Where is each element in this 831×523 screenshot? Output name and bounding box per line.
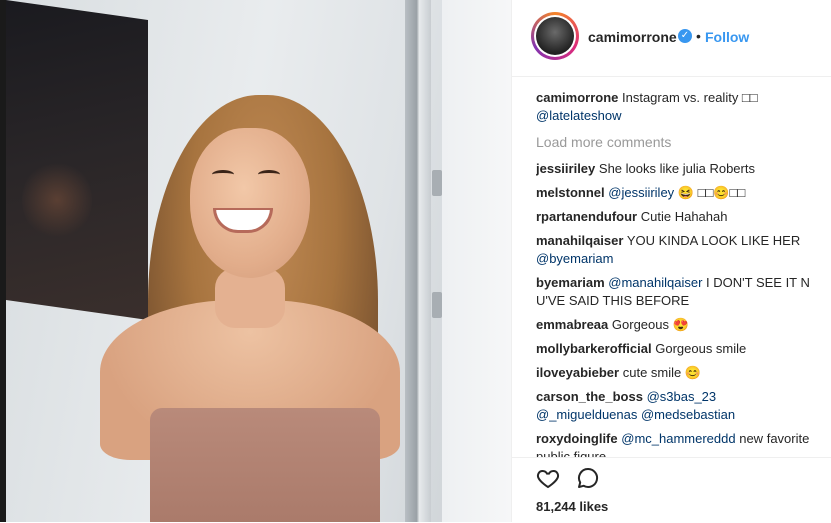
follow-button[interactable]: Follow — [705, 29, 749, 45]
comment-mention[interactable]: @_miguelduenas @medsebastian — [536, 407, 735, 422]
comment-item: rpartanendufour Cutie Hahahah — [536, 208, 818, 226]
comment-item: carson_the_boss @s3bas_23 @_miguelduenas… — [536, 388, 818, 424]
avatar[interactable] — [531, 12, 579, 60]
tv-reflection — [22, 160, 92, 240]
comment-username[interactable]: rpartanendufour — [536, 209, 637, 224]
comment-text: Gorgeous smile — [655, 341, 747, 356]
eye — [258, 170, 280, 179]
comment-text: She looks like julia Roberts — [598, 161, 755, 176]
comment-text: Gorgeous 😍 — [611, 317, 689, 332]
caption-mention[interactable]: @latelateshow — [536, 108, 621, 123]
author-username[interactable]: camimorrone — [588, 29, 677, 45]
verified-badge-icon: ✓ — [678, 29, 692, 43]
load-more-comments-button[interactable]: Load more comments — [536, 133, 818, 151]
door-edge — [405, 0, 431, 522]
comment-username[interactable]: emmabreaa — [536, 317, 608, 332]
comment-text: 😆 □□😊□□ — [674, 185, 746, 200]
comment-username[interactable]: carson_the_boss — [536, 389, 643, 404]
comment-mention[interactable]: @byemariam — [536, 251, 614, 266]
post-actions: 81,244 likes — [512, 457, 831, 523]
comment-username[interactable]: byemariam — [536, 275, 605, 290]
eye — [212, 170, 234, 179]
comment-item: emmabreaa Gorgeous 😍 — [536, 316, 818, 334]
comment-text: new — [735, 431, 764, 446]
post-photo[interactable] — [0, 0, 511, 522]
comment-bubble-icon[interactable] — [576, 466, 600, 490]
caption-text: Instagram vs. reality □□ — [622, 90, 758, 105]
separator-dot: • — [696, 28, 701, 44]
comment-mention[interactable]: @manahilqaiser — [608, 275, 702, 290]
wall-tv — [6, 0, 148, 320]
comment-item: manahilqaiser YOU KINDA LOOK LIKE HER @b… — [536, 232, 818, 268]
comment-username[interactable]: roxydoinglife — [536, 431, 618, 446]
comment-item: mollybarkerofficial Gorgeous smile — [536, 340, 818, 358]
photo-edge — [0, 0, 6, 522]
likes-count[interactable]: 81,244 likes — [536, 499, 608, 514]
comment-item: jessiiriley She looks like julia Roberts — [536, 160, 818, 178]
wall — [442, 0, 511, 522]
door-hinge — [432, 292, 442, 318]
comment-text: YOU KINDA LOOK LIKE HER — [626, 233, 801, 248]
post-header: camimorrone ✓ • Follow — [512, 0, 831, 77]
comment-item: iloveyabieber cute smile 😊 — [536, 364, 818, 382]
comment-item: melstonnel @jessiiriley 😆 □□😊□□ — [536, 184, 818, 202]
comment-item: roxydoinglife @mc_hammereddd new favorit… — [536, 430, 818, 457]
heart-icon[interactable] — [536, 466, 560, 490]
comment-username[interactable]: melstonnel — [536, 185, 605, 200]
comment-mention[interactable]: @jessiiriley — [608, 185, 674, 200]
comment-text: cute smile 😊 — [622, 365, 702, 380]
face — [190, 128, 310, 278]
caption-username[interactable]: camimorrone — [536, 90, 618, 105]
comment-username[interactable]: iloveyabieber — [536, 365, 619, 380]
comment-mention[interactable]: @mc_hammereddd — [621, 431, 735, 446]
caption: camimorrone Instagram vs. reality □□ @la… — [536, 89, 818, 125]
comment-username[interactable]: manahilqaiser — [536, 233, 623, 248]
dress — [150, 408, 380, 522]
door-hinge — [432, 170, 442, 196]
comment-username[interactable]: jessiiriley — [536, 161, 595, 176]
post-sidebar: camimorrone ✓ • Follow camimorrone Insta… — [511, 0, 831, 522]
comments-list[interactable]: camimorrone Instagram vs. reality □□ @la… — [536, 89, 818, 457]
comment-mention[interactable]: @s3bas_23 — [647, 389, 717, 404]
comment-text: Cutie Hahahah — [640, 209, 728, 224]
comment-item: byemariam @manahilqaiser I DON'T SEE IT … — [536, 274, 818, 310]
comment-username[interactable]: mollybarkerofficial — [536, 341, 652, 356]
